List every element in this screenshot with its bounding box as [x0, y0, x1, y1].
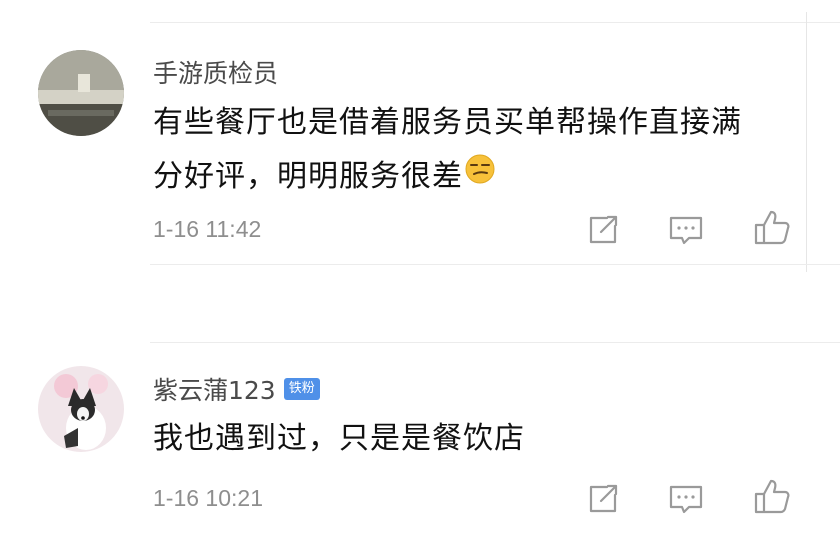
- username[interactable]: 手游质检员: [153, 54, 278, 90]
- comment-icon: [669, 485, 703, 514]
- comment-icon: [669, 216, 703, 245]
- like-button[interactable]: [752, 477, 792, 517]
- share-icon: [589, 484, 618, 513]
- comment-text: 有些餐厅也是借着服务员买单帮操作直接满 分好评，明明服务很差: [153, 96, 803, 205]
- comment-button[interactable]: [666, 210, 706, 250]
- right-border: [806, 12, 807, 272]
- share-icon: [589, 215, 618, 244]
- username-text: 紫云蒲123: [153, 376, 276, 405]
- fan-badge: 铁粉: [283, 378, 320, 400]
- comment-line: 分好评，明明服务很差: [153, 150, 803, 205]
- comment-divider: [150, 264, 840, 265]
- share-button[interactable]: [583, 479, 623, 519]
- like-button[interactable]: [752, 208, 792, 248]
- like-icon: [754, 479, 790, 514]
- top-divider: [150, 22, 840, 23]
- comment-text: 我也遇到过，只是是餐饮店: [153, 412, 803, 466]
- comment-line: 我也遇到过，只是是餐饮店: [153, 421, 525, 456]
- comment-line-text: 分好评，明明服务很差: [153, 159, 463, 194]
- comment-divider-2: [150, 342, 840, 343]
- share-button[interactable]: [583, 210, 623, 250]
- comment-button[interactable]: [666, 479, 706, 519]
- comment-line: 有些餐厅也是借着服务员买单帮操作直接满: [153, 105, 742, 140]
- avatar[interactable]: [38, 366, 124, 452]
- username[interactable]: 紫云蒲123 铁粉: [153, 371, 320, 407]
- timestamp: 1-16 10:21: [153, 485, 263, 511]
- timestamp: 1-16 11:42: [153, 216, 262, 242]
- smirk-face-icon: [465, 148, 495, 202]
- avatar[interactable]: [38, 50, 124, 136]
- like-icon: [754, 210, 790, 245]
